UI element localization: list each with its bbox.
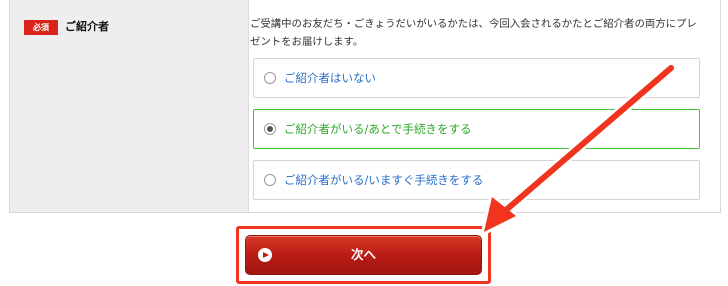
option-label: ご紹介者がいる/いますぐ手続きをする [284,173,484,187]
field-label-column: 必須 ご紹介者 [10,0,249,212]
radio-button-checked[interactable] [264,123,276,135]
option-referrer-later[interactable]: ご紹介者がいる/あとで手続きをする [253,109,700,149]
option-no-referrer[interactable]: ご紹介者はいない [253,58,700,98]
next-button-label: 次へ [350,247,376,262]
option-label: ご紹介者がいる/あとで手続きをする [284,122,472,136]
next-button[interactable]: 次へ [245,235,482,275]
next-button-highlight: 次へ [236,226,491,284]
required-badge: 必須 [24,20,58,35]
field-label: ご紹介者 [65,20,109,33]
radio-button[interactable] [264,72,276,84]
radio-button[interactable] [264,174,276,186]
option-referrer-now[interactable]: ご紹介者がいる/いますぐ手続きをする [253,160,700,200]
option-label: ご紹介者はいない [284,71,376,85]
help-text: ご受講中のお友だち・ごきょうだいがいるかたは、今回入会されるかたとご紹介者の両方… [250,18,697,48]
